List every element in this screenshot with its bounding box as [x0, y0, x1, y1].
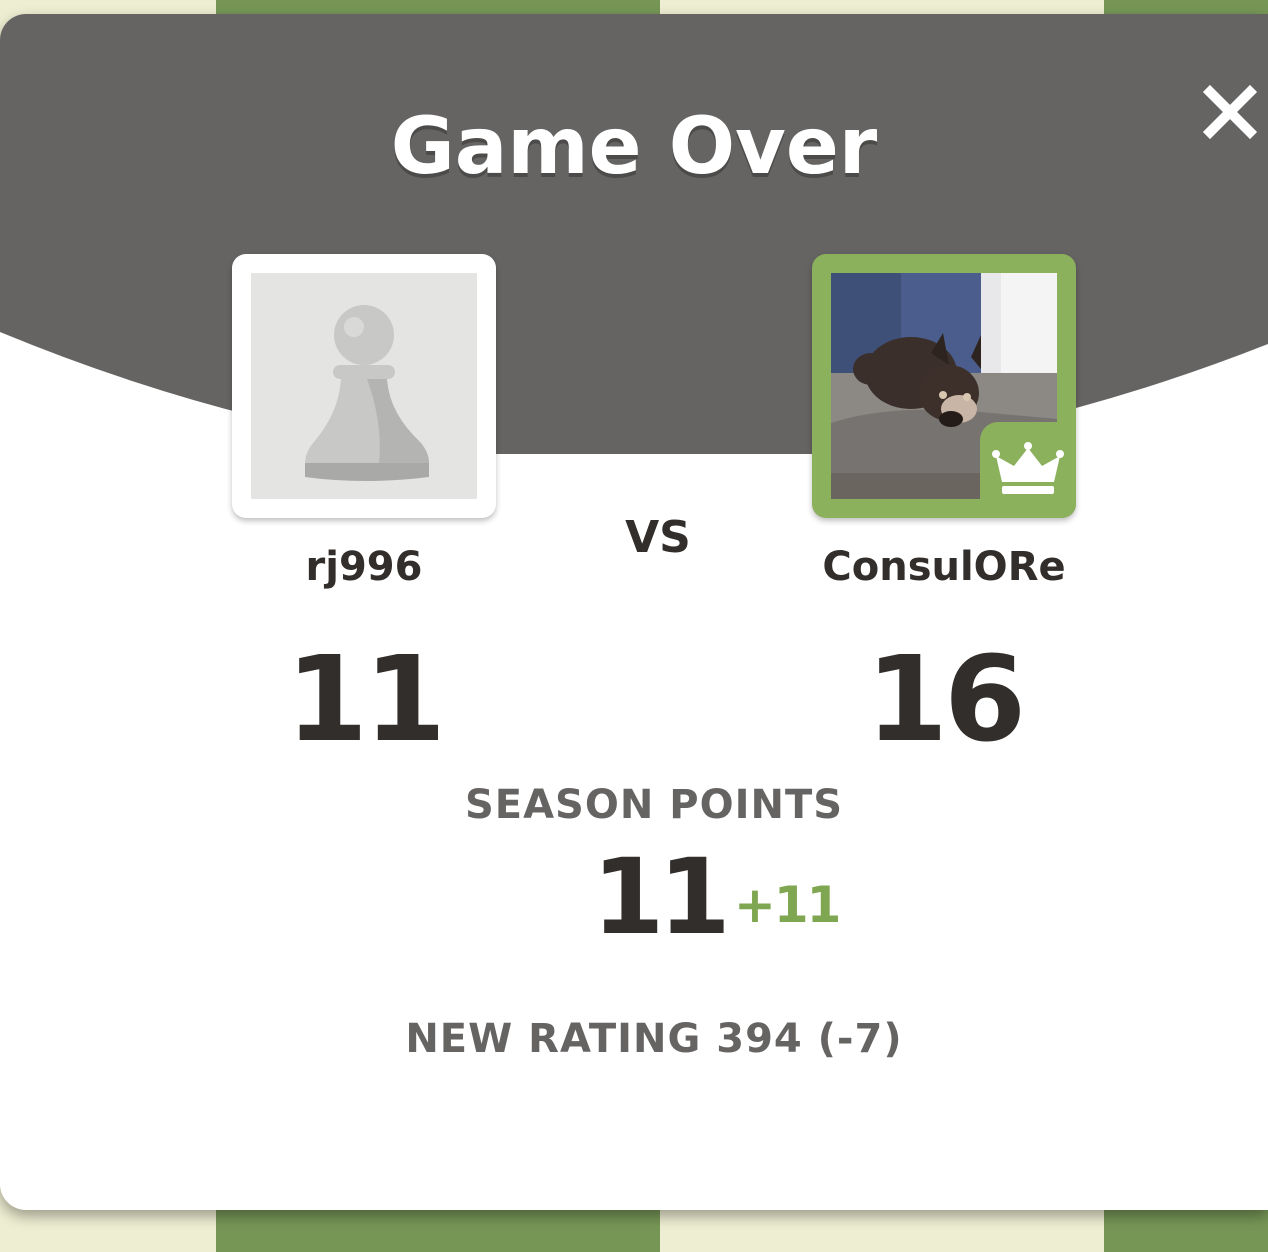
player-name-right[interactable]: ConsulORe: [744, 544, 1144, 590]
player-name-left[interactable]: rj996: [164, 544, 564, 590]
season-points-value: 11: [592, 836, 731, 958]
season-points-label: SEASON POINTS: [464, 782, 844, 828]
new-rating-text: NEW RATING 394 (-7): [405, 1016, 903, 1062]
player-score-right: 16: [865, 630, 1026, 768]
close-icon: [1202, 84, 1258, 140]
pawn-icon: [305, 305, 429, 481]
season-points-delta: +11: [734, 876, 841, 934]
avatar-default: [251, 273, 477, 499]
crown-icon: [992, 442, 1064, 494]
versus-label: VS: [625, 512, 691, 563]
player-score-left: 11: [285, 630, 446, 768]
player-avatar-right[interactable]: [812, 254, 1076, 518]
close-button[interactable]: [1198, 80, 1262, 144]
modal-header-background: [0, 14, 1268, 454]
winner-badge: [980, 422, 1076, 518]
player-avatar-left[interactable]: [232, 254, 496, 518]
modal-title: Game Over: [390, 102, 878, 192]
game-over-modal: Game Over VS rj996 ConsulORe 11 16 SEASO…: [0, 14, 1268, 1210]
